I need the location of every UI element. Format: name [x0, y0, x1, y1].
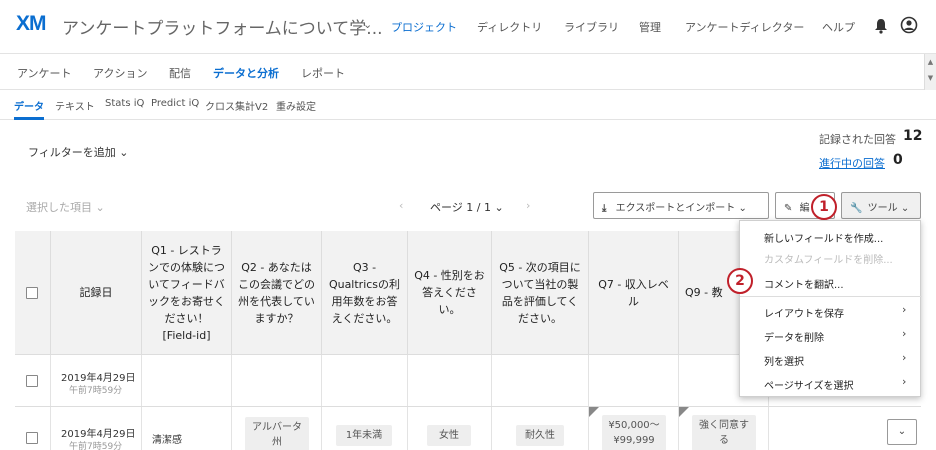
edited-marker — [589, 407, 599, 417]
column-header-q2[interactable]: Q2 - あなたはこの会議でどの州を代表していますか？ — [232, 231, 322, 355]
edit-label: 編 — [799, 203, 810, 214]
chevron-right-icon: › — [902, 327, 907, 340]
column-header-date[interactable]: 記録日 — [51, 231, 142, 355]
user-icon[interactable] — [900, 16, 918, 34]
menu-create-new-field[interactable]: 新しいフィールドを作成... — [764, 230, 883, 245]
chevron-right-icon: › — [902, 351, 907, 364]
chevron-right-icon: › — [902, 375, 907, 388]
chevron-down-icon: ⌄ — [95, 201, 105, 214]
q2-response-chip: アルバータ州 — [245, 417, 309, 450]
q7-response-chip: ¥50,000〜¥99,999 — [602, 415, 666, 450]
add-filter-label: フィルターを追加 — [28, 146, 116, 159]
tools-button[interactable]: 🔧 ツール ⌄ — [841, 192, 921, 219]
subnav-survey[interactable]: アンケート — [17, 65, 72, 81]
nav-admin[interactable]: 管理 — [639, 19, 661, 35]
scroll-up-icon[interactable]: ▲ — [925, 54, 936, 70]
nav-survey-director[interactable]: アンケートディレクター — [685, 19, 804, 35]
prev-page-icon[interactable]: ‹ — [399, 199, 403, 212]
menu-delete-data[interactable]: データを削除 — [764, 329, 824, 344]
bell-icon[interactable] — [874, 18, 888, 34]
wrench-icon: 🔧 — [850, 203, 863, 214]
edited-marker — [679, 407, 689, 417]
menu-page-size[interactable]: ページサイズを選択 — [764, 377, 854, 392]
subnav-distributions[interactable]: 配信 — [169, 65, 191, 81]
selected-items-dropdown[interactable]: 選択した項目 ⌄ — [26, 199, 105, 215]
nav-directory[interactable]: ディレクトリ — [477, 19, 542, 35]
pencil-icon: ✎ — [784, 203, 793, 214]
in-progress-responses-count: 0 — [893, 152, 903, 168]
tab-crosstabs[interactable]: クロス集計V2 — [205, 98, 268, 113]
subnav-data-analysis[interactable]: データと分析 — [213, 65, 279, 81]
export-import-button[interactable]: ⤓ エクスポートとインポート ⌄ — [593, 192, 769, 219]
chevron-down-icon[interactable]: ⌄ — [363, 18, 372, 31]
subnav-reports[interactable]: レポート — [301, 65, 345, 81]
tools-menu: 新しいフィールドを作成... カスタムフィールドを削除... コメントを翻訳..… — [739, 220, 922, 397]
nav-library[interactable]: ライブラリ — [564, 19, 619, 35]
tab-stats-iq[interactable]: Stats iQ — [105, 98, 144, 109]
selected-items-label: 選択した項目 — [26, 201, 92, 214]
nav-help[interactable]: ヘルプ — [822, 19, 855, 35]
add-filter-button[interactable]: フィルターを追加 ⌄ — [28, 144, 129, 160]
column-header-q5[interactable]: Q5 - 次の項目について当社の製品を評価してください。 — [492, 231, 589, 355]
tab-predict-iq[interactable]: Predict iQ — [151, 98, 199, 109]
project-subnav: アンケート アクション 配信 データと分析 レポート — [0, 54, 936, 90]
chevron-right-icon: › — [902, 303, 907, 316]
active-tab-indicator — [14, 117, 44, 120]
step-callout-1: 1 — [811, 194, 837, 220]
tab-weighting[interactable]: 重み設定 — [276, 98, 316, 113]
menu-choose-columns[interactable]: 列を選択 — [764, 353, 804, 368]
survey-title[interactable]: アンケートプラットフォームについて学... — [62, 14, 383, 39]
data-tabs: データ テキスト Stats iQ Predict iQ クロス集計V2 重み設… — [0, 90, 936, 120]
menu-save-layout[interactable]: レイアウトを保存 — [764, 305, 844, 320]
table-row: 2019年4月29日 午前7時59分 清潔感 アルバータ州 1年未満 女性 耐久… — [15, 407, 921, 450]
column-header-q4[interactable]: Q4 - 性別をお答えください。 — [408, 231, 492, 355]
header-select-all — [15, 231, 51, 355]
menu-divider — [740, 296, 922, 297]
row-checkbox[interactable] — [26, 375, 38, 387]
top-header: XM アンケートプラットフォームについて学... ⌄ プロジェクト ディレクトリ… — [0, 0, 936, 54]
tools-label: ツール — [867, 203, 898, 214]
q4-response-chip: 女性 — [427, 425, 471, 446]
subnav-scroll-arrows[interactable]: ▲ ▼ — [924, 54, 936, 90]
column-header-q1[interactable]: Q1 - レストランでの体験についてフィードバックをお寄せください！ [Fiel… — [142, 231, 232, 355]
row-checkbox[interactable] — [26, 432, 38, 444]
recorded-date: 2019年4月29日 — [61, 373, 136, 384]
q3-response-chip: 1年未満 — [336, 425, 392, 446]
chevron-down-icon: ⌄ — [900, 203, 910, 214]
export-import-label: エクスポートとインポート — [615, 203, 736, 214]
subnav-actions[interactable]: アクション — [93, 65, 147, 81]
tab-text[interactable]: テキスト — [55, 98, 95, 113]
next-page-icon[interactable]: › — [526, 199, 530, 212]
q1-response: 清潔感 — [152, 435, 182, 446]
xm-logo[interactable]: XM — [16, 12, 46, 36]
recorded-date: 2019年4月29日 — [61, 429, 136, 440]
chevron-down-icon: ⌄ — [494, 201, 504, 214]
menu-delete-custom-field: カスタムフィールドを削除... — [764, 255, 893, 266]
nav-projects[interactable]: プロジェクト — [391, 19, 457, 35]
scroll-down-icon[interactable]: ▼ — [925, 70, 936, 86]
column-header-q7[interactable]: Q7 - 収入レベル — [589, 231, 679, 355]
row-actions-button[interactable]: ⌄ — [887, 419, 917, 445]
step-callout-2: 2 — [727, 268, 753, 294]
recorded-responses-count: 12 — [903, 128, 923, 144]
in-progress-responses-link[interactable]: 進行中の回答 — [819, 155, 885, 171]
page-label: ページ 1 / 1 — [430, 201, 491, 214]
download-icon: ⤓ — [602, 203, 607, 214]
recorded-responses-label: 記録された回答 — [819, 133, 896, 146]
menu-translate-comments[interactable]: コメントを翻訳... — [764, 276, 844, 291]
tab-data[interactable]: データ — [14, 98, 44, 113]
column-header-q3[interactable]: Q3 - Qualtricsの利用年数をお答えください。 — [322, 231, 408, 355]
q5-response-chip: 耐久性 — [516, 425, 564, 446]
q9-response-chip: 強く同意する — [692, 415, 756, 450]
select-all-checkbox[interactable] — [26, 287, 38, 299]
recorded-time: 午前7時59分 — [69, 442, 123, 450]
page-selector[interactable]: ページ 1 / 1 ⌄ — [430, 199, 504, 215]
chevron-down-icon: ⌄ — [738, 203, 747, 214]
recorded-time: 午前7時59分 — [69, 386, 123, 396]
chevron-down-icon: ⌄ — [119, 146, 129, 159]
